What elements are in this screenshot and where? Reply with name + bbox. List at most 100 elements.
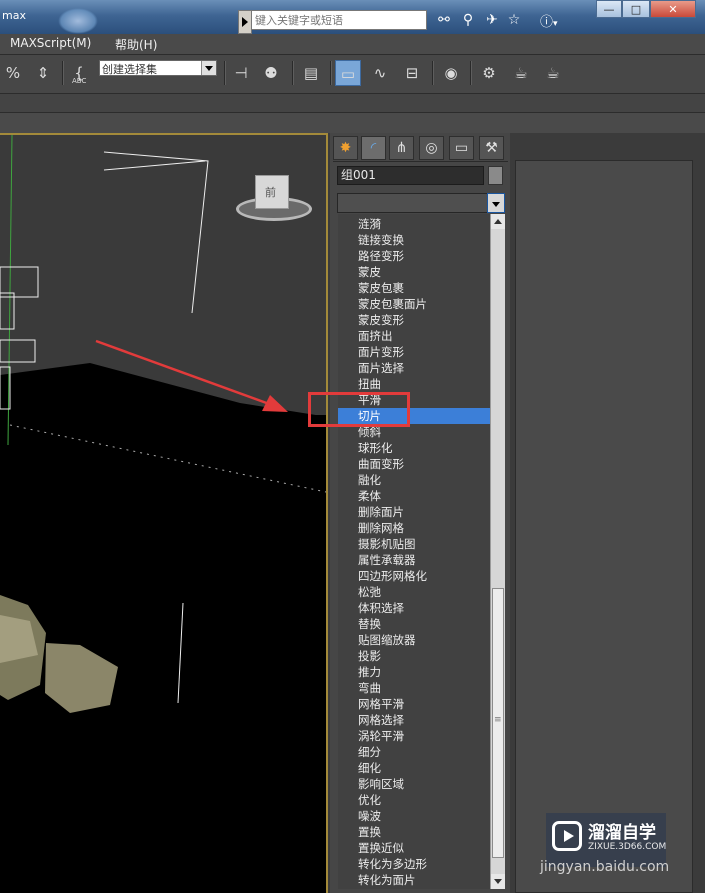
list-item[interactable]: 摄影机贴图: [338, 536, 490, 552]
curve-editor-icon[interactable]: ∿: [367, 60, 393, 86]
toolbar-separator: [330, 61, 332, 85]
rendered-frame-window-icon[interactable]: ☕: [508, 60, 534, 86]
ribbon-strip-secondary: [0, 113, 705, 133]
exchange-icon[interactable]: ✈: [482, 11, 502, 29]
minimize-button[interactable]: —: [596, 0, 622, 18]
watermark-url: jingyan.baidu.com: [540, 859, 670, 875]
tab-modify[interactable]: ◜: [361, 136, 386, 160]
grip-icon: ≡: [494, 715, 502, 725]
app-logo-glow: [58, 8, 98, 34]
list-item[interactable]: 替换: [338, 616, 490, 632]
tab-motion[interactable]: ◎: [419, 136, 444, 160]
list-item[interactable]: 优化: [338, 792, 490, 808]
scrollbar-thumb[interactable]: ≡: [492, 588, 504, 858]
list-item[interactable]: 蒙皮: [338, 264, 490, 280]
binoculars-icon[interactable]: ⚯: [434, 11, 454, 29]
scroll-down-arrow-icon[interactable]: [491, 874, 505, 889]
list-item[interactable]: 属性承载器: [338, 552, 490, 568]
restore-button[interactable]: □: [622, 0, 650, 18]
viewcube-face[interactable]: 前: [255, 175, 289, 209]
list-item[interactable]: 体积选择: [338, 600, 490, 616]
list-item[interactable]: 面片变形: [338, 344, 490, 360]
tab-hierarchy[interactable]: ⋔: [389, 136, 414, 160]
list-item[interactable]: 细分: [338, 744, 490, 760]
list-item[interactable]: 路径变形: [338, 248, 490, 264]
toolbar-separator: [432, 61, 434, 85]
window-title: max: [2, 9, 26, 22]
list-item[interactable]: 球形化: [338, 440, 490, 456]
render-production-icon[interactable]: ☕: [540, 60, 566, 86]
modifier-list[interactable]: 涟漪 链接变换 路径变形 蒙皮 蒙皮包裹 蒙皮包裹面片 蒙皮变形 面挤出 面片变形 面片选择 扭曲平…: [338, 214, 490, 889]
list-item[interactable]: 面挤出: [338, 328, 490, 344]
list-item[interactable]: 细化: [338, 760, 490, 776]
search-expand-arrow-icon[interactable]: [238, 10, 252, 34]
align-icon[interactable]: ⚉: [258, 60, 284, 86]
layer-manager-icon[interactable]: ▤: [298, 60, 324, 86]
search-input[interactable]: [251, 10, 427, 30]
render-setup-icon[interactable]: ⚙: [476, 60, 502, 86]
list-item[interactable]: 贴图缩放器: [338, 632, 490, 648]
object-name-field[interactable]: 组001: [337, 166, 484, 185]
menu-help[interactable]: 帮助(H): [115, 36, 157, 53]
schematic-view-icon[interactable]: ⊟: [399, 60, 425, 86]
motion-icon: ◎: [425, 140, 438, 156]
modifier-list-scrollbar[interactable]: ≡: [490, 214, 505, 889]
tab-display[interactable]: ▭: [449, 136, 474, 160]
modifier-stack-panel: [515, 160, 693, 893]
list-item[interactable]: 网格选择: [338, 712, 490, 728]
mirror-icon[interactable]: ⊣: [228, 60, 254, 86]
chevron-down-icon[interactable]: [487, 193, 505, 213]
help-icon: ⓘ: [540, 15, 554, 30]
favorites-star-icon[interactable]: ☆: [504, 11, 524, 29]
spinner-snap-icon[interactable]: ⇕: [30, 60, 56, 86]
list-item[interactable]: 面片选择: [338, 360, 490, 376]
list-item[interactable]: 蒙皮包裹面片: [338, 296, 490, 312]
title-bar: max ⚯ ⚲ ✈ ☆ ⓘ▾ — □ ✕: [0, 0, 705, 34]
graphite-ribbon-icon[interactable]: ▭: [335, 60, 361, 86]
display-monitor-icon: ▭: [454, 140, 469, 156]
toolbar-separator: [470, 61, 472, 85]
list-item[interactable]: 四边形网格化: [338, 568, 490, 584]
abc-label: ABC: [72, 77, 87, 85]
viewcube[interactable]: 前: [236, 175, 312, 221]
list-item[interactable]: 推力: [338, 664, 490, 680]
list-item[interactable]: 弯曲: [338, 680, 490, 696]
percent-snap-icon[interactable]: %: [0, 60, 26, 86]
list-item[interactable]: 删除网格: [338, 520, 490, 536]
list-item[interactable]: 融化: [338, 472, 490, 488]
list-item[interactable]: 转化为面片: [338, 872, 490, 888]
hammer-icon: ⚒: [485, 140, 498, 156]
list-item[interactable]: 链接变换: [338, 232, 490, 248]
list-item[interactable]: 蒙皮包裹: [338, 280, 490, 296]
toolbar-separator: [224, 61, 226, 85]
perspective-viewport[interactable]: 前: [0, 133, 328, 893]
list-item[interactable]: 网格平滑: [338, 696, 490, 712]
help-button[interactable]: ⓘ▾: [540, 11, 570, 30]
list-item[interactable]: 蒙皮变形: [338, 312, 490, 328]
list-item[interactable]: 涡轮平滑: [338, 728, 490, 744]
list-item[interactable]: 噪波: [338, 808, 490, 824]
list-item[interactable]: 松弛: [338, 584, 490, 600]
named-selection-set-dropdown[interactable]: 创建选择集: [99, 60, 217, 76]
list-item[interactable]: 曲面变形: [338, 456, 490, 472]
list-item[interactable]: 删除面片: [338, 504, 490, 520]
tab-utilities[interactable]: ⚒: [479, 136, 504, 160]
list-item[interactable]: 扭曲: [338, 376, 490, 392]
tab-create[interactable]: ✸: [333, 136, 358, 160]
list-item[interactable]: 置换近似: [338, 840, 490, 856]
list-item[interactable]: 置换: [338, 824, 490, 840]
object-color-swatch[interactable]: [488, 166, 503, 185]
list-item[interactable]: 投影: [338, 648, 490, 664]
list-item[interactable]: 涟漪: [338, 216, 490, 232]
list-item[interactable]: 柔体: [338, 488, 490, 504]
scroll-up-arrow-icon[interactable]: [491, 214, 505, 229]
modifier-list-dropdown[interactable]: [337, 193, 505, 213]
list-item[interactable]: 影响区域: [338, 776, 490, 792]
hierarchy-icon: ⋔: [395, 140, 408, 156]
close-button[interactable]: ✕: [650, 0, 696, 18]
list-item[interactable]: 转化为多边形: [338, 856, 490, 872]
menu-maxscript[interactable]: MAXScript(M): [10, 36, 91, 50]
create-star-icon: ✸: [339, 140, 352, 156]
material-editor-icon[interactable]: ◉: [438, 60, 464, 86]
communication-center-icon[interactable]: ⚲: [458, 11, 478, 29]
